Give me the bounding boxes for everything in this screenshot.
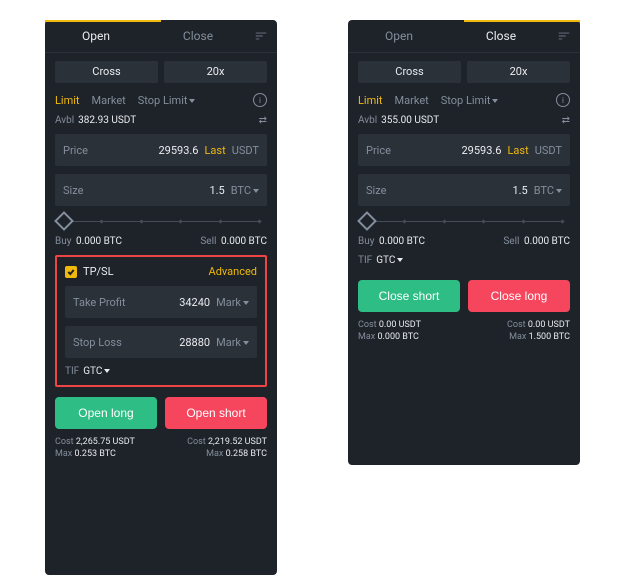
margin-mode-chip[interactable]: Cross [358,61,461,83]
leverage-chip[interactable]: 20x [164,61,267,83]
close-long-button[interactable]: Close long [468,280,570,312]
settings-icon[interactable] [552,29,576,43]
transfer-icon[interactable]: ⇄ [259,115,267,126]
tab-close[interactable]: Close [147,20,249,52]
info-icon[interactable]: i [556,93,570,107]
order-type-limit[interactable]: Limit [358,94,383,107]
margin-mode-chip[interactable]: Cross [55,61,158,83]
transfer-icon[interactable]: ⇄ [562,115,570,126]
open-short-button[interactable]: Open short [165,397,267,429]
cost-short: 2,219.52 USDT [208,437,267,447]
size-unit-select[interactable]: BTC [534,184,562,197]
order-type-market[interactable]: Market [92,94,126,107]
sell-amount: 0.000 BTC [524,236,570,247]
size-unit-select[interactable]: BTC [231,184,259,197]
buy-amount: 0.000 BTC [379,236,425,247]
last-price-button[interactable]: Last [508,144,529,157]
cost-long: 2,265.75 USDT [76,437,135,447]
tab-close[interactable]: Close [450,20,552,52]
tif-label: TIF [65,366,79,377]
tif-select[interactable]: GTC [83,366,110,377]
max-short: 0.258 BTC [226,449,267,459]
order-type-market[interactable]: Market [395,94,429,107]
tpsl-section: TP/SL Advanced Take Profit 34240 Mark St… [55,255,267,387]
tpsl-label: TP/SL [83,265,114,278]
order-panel-close: Open Close Cross 20x Limit Market Stop L… [348,20,580,465]
info-icon[interactable]: i [253,93,267,107]
price-input[interactable]: Price 29593.6 Last USDT [358,134,570,166]
size-slider[interactable] [57,214,265,228]
take-profit-input[interactable]: Take Profit 34240 Mark [65,286,257,318]
order-type-stoplimit[interactable]: Stop Limit [441,94,499,107]
avbl-value: 355.00 USDT [381,115,439,126]
order-type-limit[interactable]: Limit [55,94,80,107]
leverage-chip[interactable]: 20x [467,61,570,83]
price-input[interactable]: Price 29593.6 Last USDT [55,134,267,166]
sell-amount: 0.000 BTC [221,236,267,247]
max-close-long: 1.500 BTC [529,332,570,342]
stop-loss-input[interactable]: Stop Loss 28880 Mark [65,326,257,358]
tp-trigger-select[interactable]: Mark [216,296,249,309]
tpsl-advanced-link[interactable]: Advanced [209,265,257,278]
order-panel-open: Open Close Cross 20x Limit Market Stop L… [45,20,277,575]
avbl-value: 382.93 USDT [78,115,136,126]
size-slider[interactable] [360,214,568,228]
sl-trigger-select[interactable]: Mark [216,336,249,349]
size-input[interactable]: Size 1.5 BTC [358,174,570,206]
tab-open[interactable]: Open [45,20,147,52]
cost-close-long: 0.00 USDT [528,320,570,330]
cost-close-short: 0.00 USDT [379,320,421,330]
avbl-label: Avbl [358,115,377,126]
max-long: 0.253 BTC [74,449,115,459]
tab-open[interactable]: Open [348,20,450,52]
max-close-short: 0.000 BTC [377,332,418,342]
open-long-button[interactable]: Open long [55,397,157,429]
tif-select[interactable]: GTC [376,255,403,266]
avbl-label: Avbl [55,115,74,126]
buy-amount: 0.000 BTC [76,236,122,247]
tpsl-checkbox[interactable] [65,266,77,278]
slider-handle[interactable] [54,211,74,231]
tif-label: TIF [358,255,372,266]
order-type-stoplimit[interactable]: Stop Limit [138,94,196,107]
size-input[interactable]: Size 1.5 BTC [55,174,267,206]
slider-handle[interactable] [357,211,377,231]
last-price-button[interactable]: Last [205,144,226,157]
settings-icon[interactable] [249,29,273,43]
close-short-button[interactable]: Close short [358,280,460,312]
